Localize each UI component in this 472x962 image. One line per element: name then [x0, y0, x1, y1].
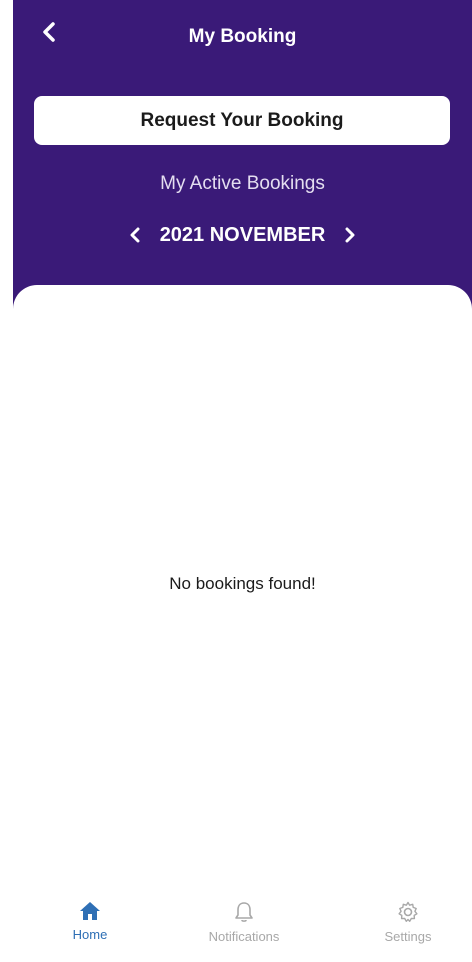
- chevron-left-icon: [130, 227, 140, 243]
- nav-label-notifications: Notifications: [208, 929, 280, 944]
- nav-item-home[interactable]: Home: [35, 900, 145, 942]
- gear-icon: [398, 901, 418, 922]
- nav-label-home: Home: [72, 927, 108, 942]
- screen-edge: [0, 0, 13, 962]
- nav-label-settings: Settings: [384, 929, 432, 944]
- empty-state-message: No bookings found!: [169, 574, 316, 593]
- home-icon: [80, 902, 100, 920]
- bottom-navigation: Home Notifications Settings: [13, 890, 472, 962]
- header: My Booking Request Your Booking My Activ…: [13, 0, 472, 330]
- bell-icon: [235, 902, 253, 922]
- month-label: 2021 NOVEMBER: [159, 223, 326, 246]
- app-screen: My Booking Request Your Booking My Activ…: [0, 0, 472, 962]
- month-navigator: 2021 NOVEMBER: [13, 223, 472, 247]
- prev-month-button[interactable]: [124, 223, 146, 247]
- active-bookings-label: My Active Bookings: [160, 173, 325, 194]
- page-title: My Booking: [188, 26, 297, 47]
- request-booking-button[interactable]: Request Your Booking: [34, 96, 450, 145]
- nav-item-notifications[interactable]: Notifications: [189, 900, 299, 944]
- next-month-button[interactable]: [339, 223, 361, 247]
- nav-item-settings[interactable]: Settings: [353, 900, 463, 944]
- chevron-right-icon: [345, 227, 355, 243]
- bookings-list: No bookings found!: [13, 285, 472, 962]
